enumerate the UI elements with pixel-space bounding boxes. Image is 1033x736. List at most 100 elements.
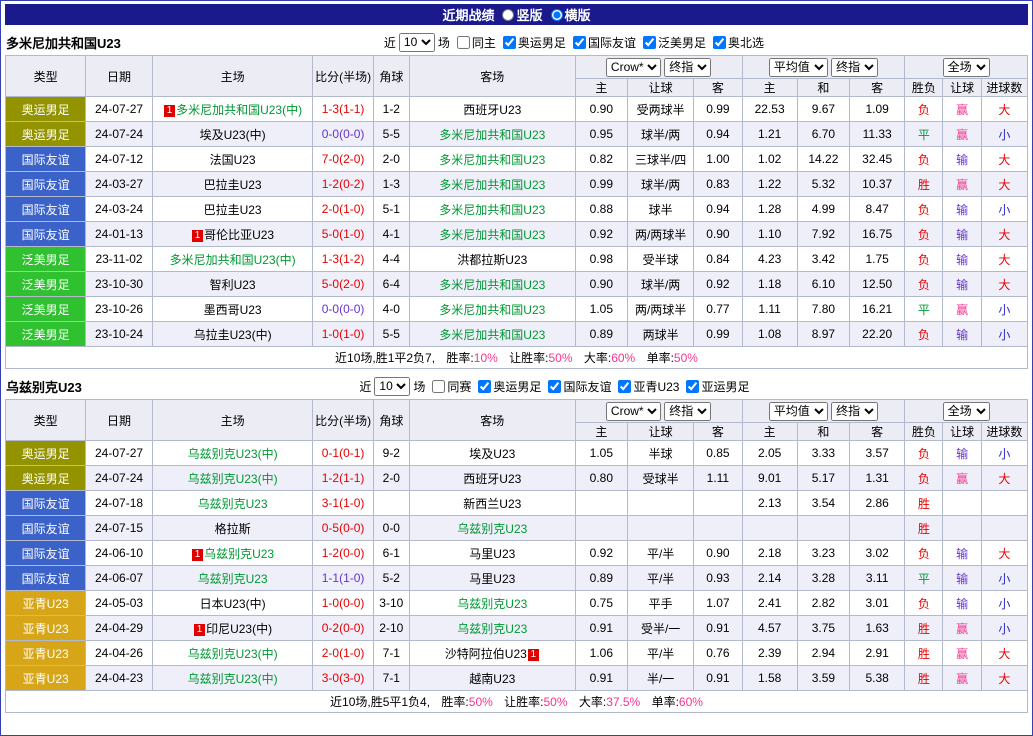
team-name[interactable]: 新西兰U23 [463, 497, 521, 511]
match-row: 亚青U2324-04-23乌兹别克U23(中)3-0(3-0)7-1越南U230… [6, 666, 1028, 691]
team-name[interactable]: 乌兹别克U23 [204, 547, 274, 561]
team-name[interactable]: 巴拉圭U23 [204, 203, 262, 217]
league-filter-qualifier[interactable]: 奥北选 [709, 34, 764, 51]
team-name[interactable]: 墨西哥U23 [204, 303, 262, 317]
team-name[interactable]: 洪都拉斯U23 [457, 253, 527, 267]
away-team-cell: 越南U23 [409, 666, 575, 691]
avg-odds-away: 3.57 [850, 441, 905, 466]
bookmaker-select[interactable]: Crow* [606, 58, 661, 77]
team-name[interactable]: 埃及U23(中) [200, 128, 266, 142]
team-name[interactable]: 多米尼加共和国U23 [439, 303, 545, 317]
team-name[interactable]: 印尼U23(中) [206, 622, 272, 636]
sub-header-wdl: 胜负 [905, 79, 943, 97]
team-name[interactable]: 多米尼加共和国U23 [439, 153, 545, 167]
match-date: 23-10-26 [86, 297, 152, 322]
match-count-select[interactable]: 10 [374, 377, 410, 396]
team-name[interactable]: 乌兹别克U23 [457, 597, 527, 611]
team-name[interactable]: 多米尼加共和国U23 [439, 278, 545, 292]
team-name[interactable]: 乌兹别克U23 [457, 522, 527, 536]
team-name[interactable]: 马里U23 [469, 547, 515, 561]
same-filter[interactable]: 同赛 [428, 378, 471, 395]
result-goals: 小 [981, 322, 1027, 347]
league-filter-asian-games[interactable]: 亚运男足 [682, 378, 749, 395]
horizontal-radio[interactable] [551, 9, 563, 21]
average-select[interactable]: 平均值 [769, 58, 828, 77]
match-date: 24-07-24 [86, 122, 152, 147]
corner-score: 4-0 [373, 297, 409, 322]
team-name[interactable]: 乌兹别克U23(中) [188, 472, 278, 486]
league-checkbox[interactable] [618, 380, 631, 393]
layout-option-vertical[interactable]: 竖版 [502, 5, 542, 24]
same-checkbox[interactable] [432, 380, 445, 393]
team-name[interactable]: 格拉斯 [215, 522, 251, 536]
avg-odds-away: 3.02 [850, 541, 905, 566]
team-name[interactable]: 乌兹别克U23(中) [188, 447, 278, 461]
team-name[interactable]: 多米尼加共和国U23 [439, 128, 545, 142]
odds-away [694, 516, 742, 541]
scope-select[interactable]: 全场 [943, 58, 990, 77]
match-count-select[interactable]: 10 [399, 33, 435, 52]
team-name[interactable]: 多米尼加共和国U23 [439, 328, 545, 342]
match-type-label: 奥运男足 [6, 441, 86, 466]
team-name[interactable]: 智利U23 [210, 278, 256, 292]
team-name[interactable]: 巴拉圭U23 [204, 178, 262, 192]
team-name[interactable]: 西班牙U23 [463, 103, 521, 117]
team-name[interactable]: 法国U23 [210, 153, 256, 167]
team-name[interactable]: 多米尼加共和国U23 [439, 203, 545, 217]
odds-handicap-line: 受两球半 [627, 97, 693, 122]
avg-odds-draw: 5.32 [797, 172, 849, 197]
book-odds-time-select[interactable]: 终指 [664, 58, 711, 77]
result-goals: 大 [981, 247, 1027, 272]
avg-odds-time-select[interactable]: 终指 [831, 402, 878, 421]
match-row: 亚青U2324-04-291印尼U23(中)0-2(0-0)2-10乌兹别克U2… [6, 616, 1028, 641]
layout-option-horizontal[interactable]: 横版 [551, 5, 591, 24]
match-score: 0-2(0-0) [313, 616, 373, 641]
team-name[interactable]: 乌拉圭U23(中) [194, 328, 272, 342]
league-filter-panam[interactable]: 泛美男足 [639, 34, 706, 51]
team-name[interactable]: 马里U23 [469, 572, 515, 586]
team-name[interactable]: 越南U23 [469, 672, 515, 686]
team-name[interactable]: 乌兹别克U23(中) [188, 647, 278, 661]
league-checkbox[interactable] [573, 36, 586, 49]
league-checkbox[interactable] [713, 36, 726, 49]
average-select[interactable]: 平均值 [769, 402, 828, 421]
table-foot: 近10场,胜5平1负4, 胜率:50% 让胜率:50% 大率:37.5% 单率:… [6, 691, 1028, 713]
team-name[interactable]: 乌兹别克U23(中) [188, 672, 278, 686]
odds-home: 1.06 [575, 641, 627, 666]
match-row: 泛美男足23-11-02多米尼加共和国U23(中)1-3(1-2)4-4洪都拉斯… [6, 247, 1028, 272]
league-checkbox[interactable] [503, 36, 516, 49]
team-name[interactable]: 日本U23(中) [200, 597, 266, 611]
team-name[interactable]: 乌兹别克U23 [198, 572, 268, 586]
match-row: 泛美男足23-10-26墨西哥U230-0(0-0)4-0多米尼加共和国U231… [6, 297, 1028, 322]
league-checkbox[interactable] [686, 380, 699, 393]
book-odds-time-select[interactable]: 终指 [664, 402, 711, 421]
avg-odds-draw: 2.94 [797, 641, 849, 666]
scope-select[interactable]: 全场 [943, 402, 990, 421]
team-name[interactable]: 乌兹别克U23 [457, 622, 527, 636]
away-team-cell: 马里U23 [409, 566, 575, 591]
league-filter-afc-u23[interactable]: 亚青U23 [614, 378, 679, 395]
team-name[interactable]: 多米尼加共和国U23(中) [170, 253, 296, 267]
team-name[interactable]: 多米尼加共和国U23 [439, 178, 545, 192]
team-name[interactable]: 多米尼加共和国U23(中) [176, 103, 302, 117]
league-filter-olympic[interactable]: 奥运男足 [474, 378, 541, 395]
league-filter-friendly[interactable]: 国际友谊 [569, 34, 636, 51]
league-checkbox[interactable] [478, 380, 491, 393]
team-name[interactable]: 沙特阿拉伯U23 [445, 647, 527, 661]
avg-odds-time-select[interactable]: 终指 [831, 58, 878, 77]
bookmaker-select[interactable]: Crow* [606, 402, 661, 421]
league-checkbox[interactable] [643, 36, 656, 49]
team-name[interactable]: 埃及U23 [469, 447, 515, 461]
league-filter-olympic[interactable]: 奥运男足 [499, 34, 566, 51]
league-checkbox[interactable] [548, 380, 561, 393]
team-name[interactable]: 乌兹别克U23 [198, 497, 268, 511]
league-filter-friendly[interactable]: 国际友谊 [544, 378, 611, 395]
vertical-radio[interactable] [502, 9, 514, 21]
team-name[interactable]: 西班牙U23 [463, 472, 521, 486]
same-filter[interactable]: 同主 [453, 34, 496, 51]
team-name[interactable]: 多米尼加共和国U23 [439, 228, 545, 242]
avg-odds-draw: 7.80 [797, 297, 849, 322]
team-name[interactable]: 哥伦比亚U23 [204, 228, 274, 242]
avg-odds-draw: 7.92 [797, 222, 849, 247]
same-checkbox[interactable] [457, 36, 470, 49]
